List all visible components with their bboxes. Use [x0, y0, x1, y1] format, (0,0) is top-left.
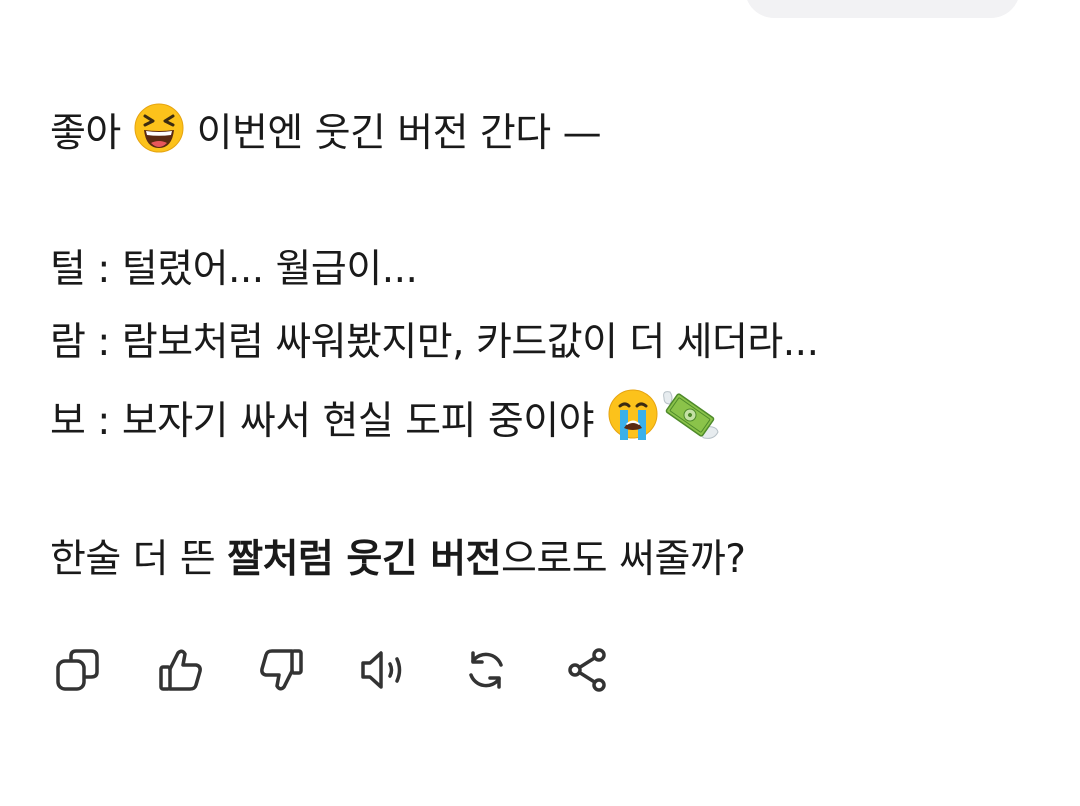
line-3-text: 보자기 싸서 현실 도피 중이야: [121, 399, 606, 444]
intro-suffix: 이번엔 웃긴 버전 간다 —: [184, 111, 602, 156]
money-with-wings-emoji: [660, 388, 720, 455]
line-1-text: 털렸어... 월급이...: [121, 247, 418, 292]
closing-post: 으로도 써줄까?: [501, 537, 746, 582]
line-1-separator: :: [85, 247, 122, 292]
line-3-separator: :: [85, 399, 122, 444]
thumbs-up-icon: [159, 649, 202, 691]
read-aloud-button[interactable]: [356, 642, 412, 698]
dislike-button[interactable]: [254, 642, 310, 698]
line-2-initial: 람: [50, 320, 86, 365]
line-2-text: 람보처럼 싸워봤지만, 카드값이 더 세더라...: [121, 320, 819, 365]
share-icon: [568, 648, 606, 692]
line-2: 람 : 람보처럼 싸워봤지만, 카드값이 더 세더라...: [50, 318, 819, 368]
like-button[interactable]: [152, 642, 208, 698]
speaker-icon: [361, 651, 402, 689]
line-3-initial: 보: [50, 399, 86, 444]
line-1: 털 : 털렸어... 월급이...: [50, 245, 418, 295]
share-button[interactable]: [560, 642, 616, 698]
line-1-initial: 털: [50, 247, 86, 292]
regenerate-icon: [469, 651, 503, 689]
line-3: 보 : 보자기 싸서 현실 도피 중이야: [50, 388, 720, 455]
previous-user-message-bubble: [745, 0, 1020, 18]
laughing-face-emoji: [133, 102, 185, 167]
line-2-separator: :: [85, 320, 122, 365]
intro-line: 좋아 이번엔 웃긴 버전 간다 —: [50, 102, 602, 167]
copy-icon: [56, 649, 99, 691]
copy-button[interactable]: [50, 642, 106, 698]
regenerate-button[interactable]: [458, 642, 514, 698]
closing-line: 한술 더 뜬 짤처럼 웃긴 버전으로도 써줄까?: [50, 535, 746, 585]
crying-face-emoji: [606, 388, 660, 455]
thumbs-down-icon: [260, 649, 303, 691]
closing-pre: 한술 더 뜬: [50, 537, 228, 582]
intro-prefix: 좋아: [50, 111, 133, 156]
closing-bold: 짤처럼 웃긴 버전: [227, 537, 502, 582]
